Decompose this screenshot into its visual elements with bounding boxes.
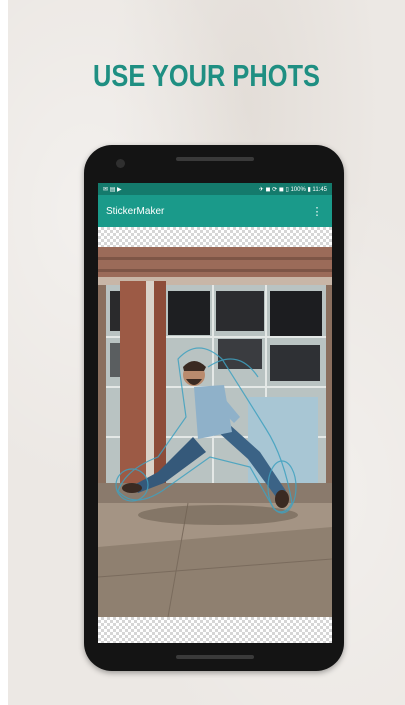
app-bar: StickerMaker ⋮ bbox=[98, 195, 332, 227]
transparent-area-top bbox=[98, 227, 332, 247]
status-system-icons: ✈ ◼ ⟳ ◼ ▯ 100% ▮ 11:45 bbox=[258, 186, 327, 193]
promo-headline: USE YOUR PHOTS bbox=[93, 58, 320, 93]
app-title: StickerMaker bbox=[106, 205, 165, 217]
phone-frame: ✉ ▤ ▶ ✈ ◼ ⟳ ◼ ▯ 100% ▮ 11:45 StickerMake… bbox=[84, 145, 344, 671]
status-notification-icons: ✉ ▤ ▶ bbox=[103, 186, 122, 193]
photo-illustration bbox=[98, 247, 332, 618]
status-bar: ✉ ▤ ▶ ✈ ◼ ⟳ ◼ ▯ 100% ▮ 11:45 bbox=[98, 183, 332, 195]
editor-photo[interactable] bbox=[98, 247, 332, 618]
bottom-speaker bbox=[176, 655, 254, 659]
promo-background: USE YOUR PHOTS ✉ ▤ ▶ ✈ ◼ ⟳ ◼ ▯ 100% ▮ 11… bbox=[8, 0, 405, 705]
overflow-menu-icon[interactable]: ⋮ bbox=[310, 205, 324, 218]
transparent-area-bottom bbox=[98, 617, 332, 643]
phone-screen: ✉ ▤ ▶ ✈ ◼ ⟳ ◼ ▯ 100% ▮ 11:45 StickerMake… bbox=[98, 183, 332, 643]
front-camera-icon bbox=[116, 159, 125, 168]
earpiece-speaker bbox=[176, 157, 254, 161]
